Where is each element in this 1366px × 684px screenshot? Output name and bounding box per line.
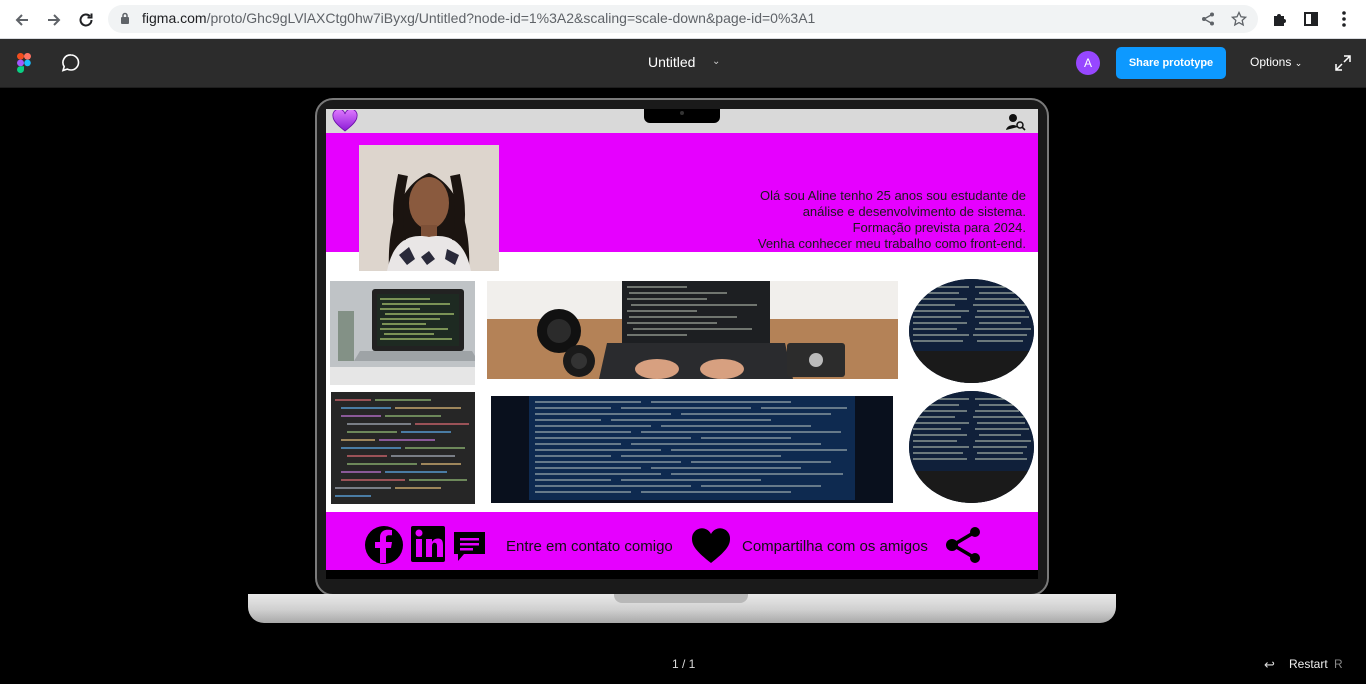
reload-icon (79, 13, 93, 27)
figma-logo-icon[interactable] (17, 53, 31, 73)
linkedin-icon[interactable] (411, 526, 445, 562)
url-host: figma.com (142, 10, 207, 26)
comment-icon[interactable] (61, 53, 81, 73)
screen-bezel-bottom (326, 570, 1038, 579)
bookmark-star-icon[interactable] (1229, 9, 1249, 29)
camera-dot (680, 111, 684, 115)
gallery-image-camera-laptop (487, 281, 898, 379)
fullscreen-icon[interactable] (1334, 54, 1352, 72)
options-label: Options (1250, 55, 1292, 69)
reload-button[interactable] (73, 7, 99, 33)
share-prototype-button[interactable]: Share prototype (1116, 47, 1226, 79)
share-text: Compartilha com os amigos (742, 538, 928, 555)
hero-text-line: análise e desenvolvimento de sistema. (802, 204, 1026, 219)
forward-button[interactable] (41, 7, 67, 33)
address-bar[interactable]: figma.com/proto/Ghc9gLVlAXCtg0hw7iByxg/U… (108, 5, 1258, 33)
back-button[interactable] (9, 7, 35, 33)
arrow-left-icon (15, 14, 28, 26)
gallery-image-code-monitor (491, 396, 893, 503)
avatar[interactable]: A (1076, 51, 1100, 75)
laptop-hinge (614, 594, 748, 603)
prototype-screen: Olá sou Aline tenho 25 anos sou estudant… (326, 109, 1038, 579)
restart-arrow-icon[interactable]: ↩ (1264, 657, 1275, 673)
gallery-image-code-oval-top (909, 279, 1034, 383)
hero-text-line: Venha conhecer meu trabalho como front-e… (757, 236, 1026, 251)
gallery-image-laptop-desk (330, 281, 475, 385)
hero-intro-text: Olá sou Aline tenho 25 anos sou estudant… (606, 188, 1026, 252)
restart-button[interactable]: Restart (1289, 657, 1328, 671)
url-path: /proto/Ghc9gLVlAXCtg0hw7iByxg/Untitled?n… (206, 10, 816, 26)
file-title[interactable]: Untitled (648, 54, 695, 70)
site-footer: Entre em contato comigo Compartilha com … (326, 512, 1038, 570)
extensions-icon[interactable] (1269, 8, 1291, 30)
browser-chrome: figma.com/proto/Ghc9gLVlAXCtg0hw7iByxg/U… (0, 0, 1366, 39)
page-counter: 1 / 1 (672, 657, 696, 671)
contact-text: Entre em contato comigo (506, 538, 673, 555)
figma-toolbar: Untitled ⌄ A Share prototype Options ⌄ (0, 39, 1366, 88)
heart-logo-icon[interactable] (332, 110, 358, 132)
restart-shortcut: R (1334, 657, 1343, 671)
user-search-icon[interactable] (1006, 113, 1026, 131)
gallery-image-code-oval-bottom (909, 391, 1034, 503)
lock-icon (121, 12, 129, 24)
url-text: figma.com/proto/Ghc9gLVlAXCtg0hw7iByxg/U… (142, 10, 815, 26)
kebab-menu-icon[interactable] (1333, 8, 1355, 30)
profile-photo (359, 145, 499, 271)
options-button[interactable]: Options ⌄ (1250, 55, 1302, 69)
side-panel-icon[interactable] (1300, 8, 1322, 30)
hero-text-line: Olá sou Aline tenho 25 anos sou estudant… (760, 188, 1026, 203)
heart-icon[interactable] (691, 528, 731, 564)
chevron-down-icon[interactable]: ⌄ (712, 56, 720, 67)
facebook-icon[interactable] (365, 526, 405, 564)
share-page-icon[interactable] (1198, 9, 1218, 29)
share-icon[interactable] (945, 527, 983, 563)
gallery-image-code-editor (331, 392, 475, 504)
arrow-right-icon (48, 14, 61, 26)
message-icon[interactable] (452, 530, 487, 562)
hero-text-line: Formação prevista para 2024. (852, 220, 1026, 235)
chevron-down-icon: ⌄ (1294, 58, 1303, 68)
